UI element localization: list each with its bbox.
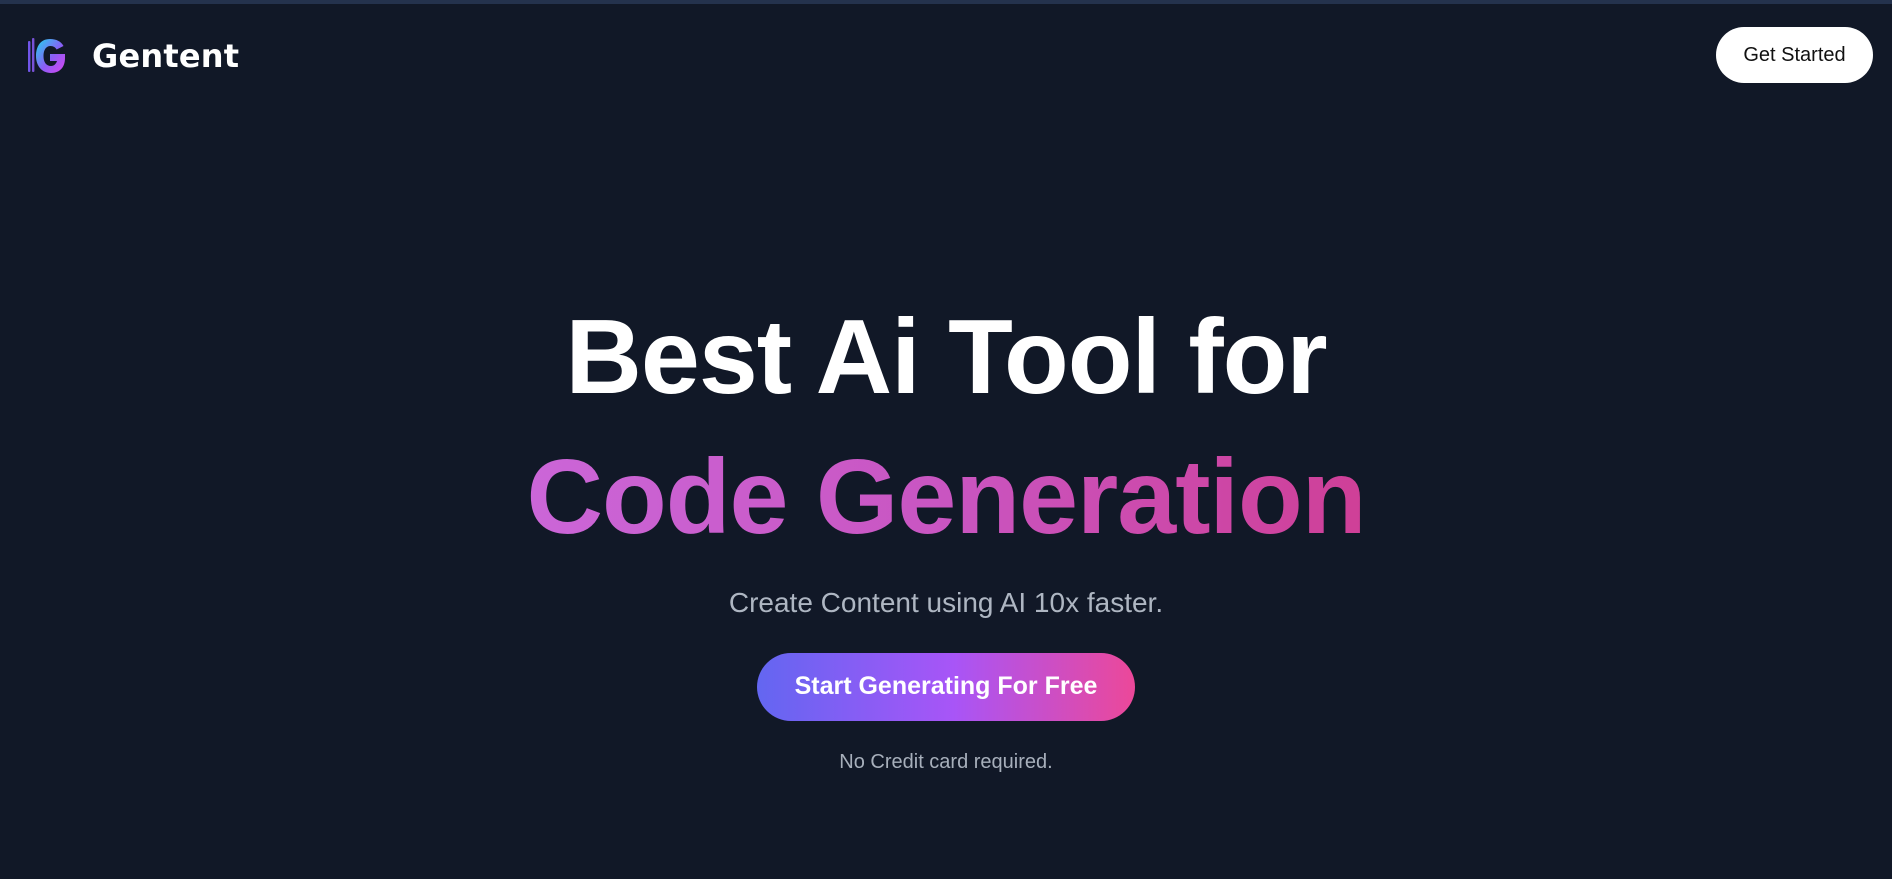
landing-page: Gentent Get Started Best Ai Tool for Cod… (0, 0, 1892, 879)
no-credit-card-note: No Credit card required. (839, 750, 1053, 773)
top-navbar: Gentent Get Started (0, 4, 1892, 114)
hero-subtitle: Create Content using AI 10x faster. (728, 587, 1164, 618)
get-started-button[interactable]: Get Started (1716, 27, 1873, 83)
gentent-g-logo-icon (28, 38, 65, 73)
hero-headline-line2: Code Generation (526, 438, 1366, 556)
hero-headline-line1: Best Ai Tool for (565, 298, 1327, 416)
brand[interactable]: Gentent (28, 34, 239, 78)
start-generating-button[interactable]: Start Generating For Free (757, 652, 1135, 721)
brand-name: Gentent (92, 37, 240, 75)
hero-section: Best Ai Tool for Code Generation Create … (0, 304, 1892, 774)
